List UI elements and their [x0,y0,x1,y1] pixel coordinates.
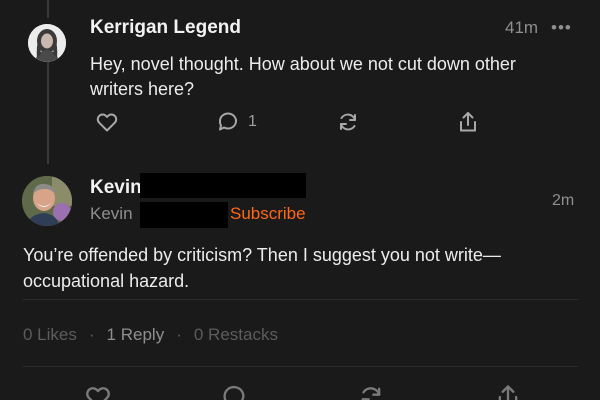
comment-timestamp: 2m [552,192,575,209]
avatar[interactable] [22,176,72,226]
restacks-count[interactable]: 0 Restacks [194,325,278,345]
heart-icon [86,387,110,400]
restack-icon [340,113,356,131]
restack-icon [361,387,381,400]
avatar-image [28,24,66,62]
thread-line [47,62,49,164]
comment-author-handle[interactable]: Kevin [90,204,133,224]
like-button[interactable] [95,108,119,136]
comment-action-bar [0,383,600,400]
replies-count[interactable]: 1 Reply [107,325,165,345]
engagement-stats: 0 Likes · 1 Reply · 0 Restacks [23,324,278,346]
avatar[interactable] [28,24,66,62]
restack-button[interactable] [357,383,385,400]
comment-icon [223,385,245,400]
avatar-image [22,176,72,226]
share-icon [498,385,518,400]
comment-thread: Kerrigan Legend 41m ••• Hey, novel thoug… [0,0,600,400]
separator-dot: · [176,325,182,344]
comment-icon [218,112,237,131]
share-icon [460,112,476,132]
redaction-bar [140,202,228,228]
like-button[interactable] [84,383,112,400]
divider [23,299,578,300]
heart-icon [96,113,118,132]
comment-body-text: You’re offended by criticism? Then I sug… [23,245,501,291]
likes-count[interactable]: 0 Likes [23,325,77,345]
separator-dot: · [88,325,95,344]
reply-timestamp: 41m [505,18,539,37]
comment-count: 1 [248,113,257,130]
reply-body-text: Hey, novel thought. How about we not cut… [90,54,516,99]
divider [23,366,578,367]
thread-line-top [47,0,49,18]
subscribe-link[interactable]: Subscribe [230,204,306,224]
comment-button[interactable] [220,383,248,400]
share-button[interactable] [456,108,480,136]
redaction-bar [140,173,306,198]
reply-author-name[interactable]: Kerrigan Legend [90,17,241,39]
share-button[interactable] [494,383,522,400]
restack-button[interactable] [336,108,360,136]
comment-author-name[interactable]: Kevin [90,177,142,199]
reply-action-bar: 1 [90,108,490,138]
comment-button[interactable]: 1 [216,108,257,136]
more-horizontal-icon[interactable]: ••• [551,18,572,38]
